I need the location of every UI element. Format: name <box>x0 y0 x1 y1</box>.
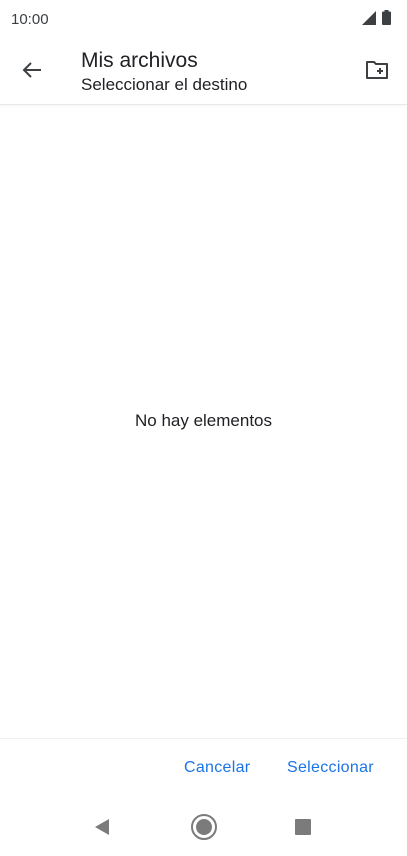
status-time: 10:00 <box>11 11 49 28</box>
title-block: Mis archivos Seleccionar el destino <box>81 48 247 96</box>
nav-home-button[interactable] <box>189 813 219 846</box>
cancel-button[interactable]: Cancelar <box>184 759 250 777</box>
battery-icon <box>382 10 391 30</box>
create-new-folder-icon <box>365 60 389 85</box>
nav-recents-icon <box>294 818 312 841</box>
file-list-area: No hay elementos <box>0 105 407 738</box>
page-subtitle: Seleccionar el destino <box>81 75 248 94</box>
arrow-back-icon <box>22 60 42 85</box>
select-button[interactable]: Seleccionar <box>287 759 374 777</box>
empty-state-message: No hay elementos <box>134 411 273 430</box>
signal-icon <box>362 10 376 30</box>
screen: 10:00 Mis archivos Seleccionar el destin… <box>0 0 407 856</box>
action-bar: Cancelar Seleccionar <box>0 738 407 803</box>
nav-back-button[interactable] <box>87 814 117 844</box>
nav-home-icon <box>190 813 218 846</box>
app-bar: Mis archivos Seleccionar el destino <box>0 40 407 105</box>
new-folder-button[interactable] <box>357 52 397 92</box>
status-icons <box>362 10 391 30</box>
status-bar: 10:00 <box>0 0 407 40</box>
page-title: Mis archivos <box>81 49 198 72</box>
back-button[interactable] <box>12 52 52 92</box>
nav-recents-button[interactable] <box>288 814 318 844</box>
navigation-bar <box>0 802 407 856</box>
nav-back-icon <box>93 818 111 841</box>
